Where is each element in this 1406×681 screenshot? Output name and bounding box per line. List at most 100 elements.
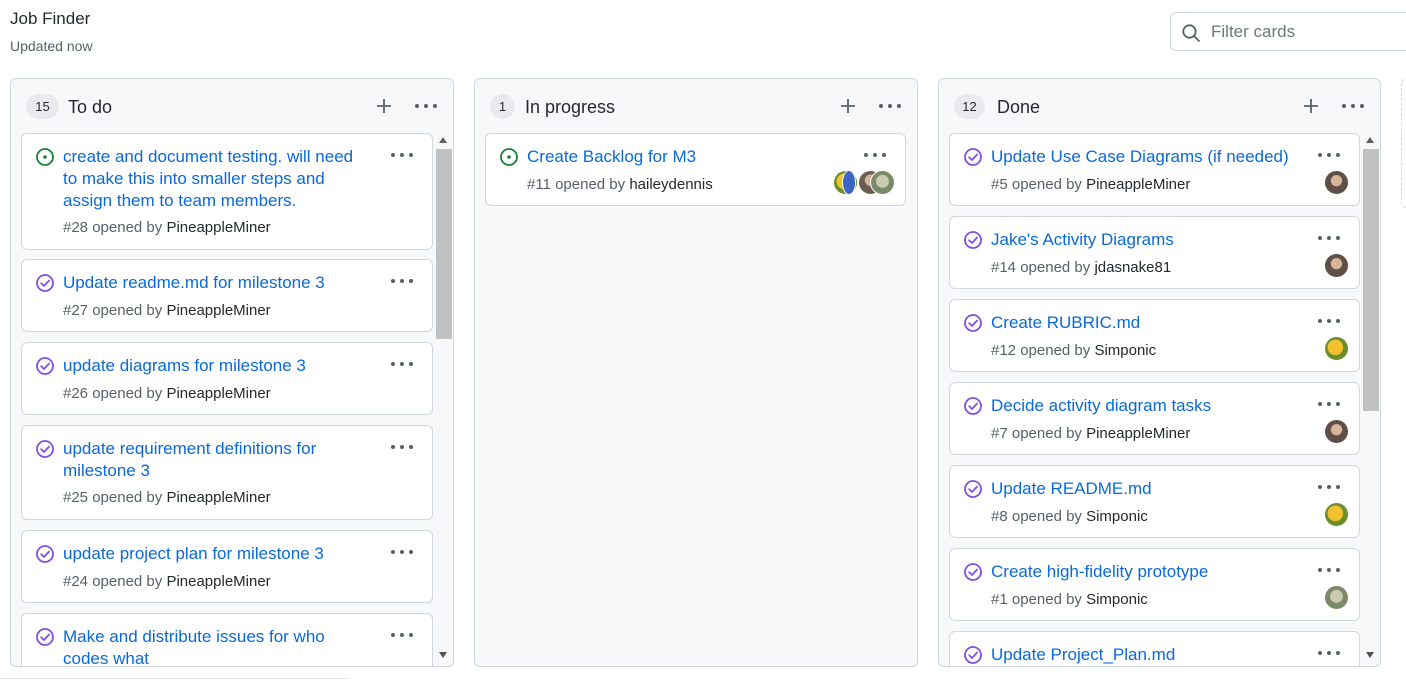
column-card-count: 12 (954, 94, 985, 119)
issue-closed-icon (964, 148, 982, 166)
column-card-count: 15 (26, 94, 59, 119)
card-menu-icon[interactable] (390, 440, 414, 454)
column-scrollbar[interactable] (1362, 133, 1379, 666)
column-menu-icon[interactable] (413, 95, 439, 117)
card-menu-icon[interactable] (1317, 646, 1341, 660)
issue-author[interactable]: haileydennis (629, 176, 712, 193)
avatar[interactable] (1324, 253, 1349, 278)
card-menu-icon[interactable] (390, 545, 414, 559)
scroll-down-arrow-icon[interactable] (1366, 652, 1374, 658)
column-title: In progress (525, 97, 616, 117)
issue-meta: #8 opened by Simponic (991, 507, 1148, 527)
issue-title-link[interactable]: update project plan for milestone 3 (63, 543, 372, 565)
scroll-down-arrow-icon[interactable] (439, 652, 447, 658)
card-menu-icon[interactable] (1317, 480, 1341, 494)
issue-author[interactable]: PineappleMiner (166, 385, 270, 402)
issue-closed-icon (36, 440, 54, 458)
project-updated-status: Updated now (10, 38, 93, 54)
issue-number: #24 opened by (63, 573, 163, 590)
avatar[interactable] (1324, 585, 1349, 610)
issue-card[interactable]: Update Use Case Diagrams (if needed) #5 … (949, 133, 1360, 206)
issue-meta: #12 opened by Simponic (991, 341, 1156, 361)
issue-author[interactable]: Simponic (1094, 342, 1156, 359)
avatar[interactable] (1324, 170, 1349, 195)
issue-closed-icon (964, 397, 982, 415)
issue-card[interactable]: Create high-fidelity prototype #1 opened… (949, 548, 1360, 621)
issue-closed-icon (36, 545, 54, 563)
add-card-icon[interactable] (373, 95, 395, 117)
issue-title-link[interactable]: Update README.md (991, 478, 1299, 500)
add-card-icon[interactable] (1300, 95, 1322, 117)
card-menu-icon[interactable] (1317, 148, 1341, 162)
issue-meta: #11 opened by haileydennis (527, 175, 713, 195)
issue-author[interactable]: PineappleMiner (166, 573, 270, 590)
avatar[interactable] (1324, 502, 1349, 527)
column-title: Done (997, 97, 1041, 117)
assignee-avatars (1324, 253, 1349, 278)
issue-author[interactable]: PineappleMiner (166, 302, 270, 319)
issue-author[interactable]: PineappleMiner (166, 219, 270, 236)
issue-author[interactable]: Simponic (1086, 591, 1148, 608)
issue-closed-icon (36, 274, 54, 292)
card-menu-icon[interactable] (1317, 314, 1341, 328)
issue-title-link[interactable]: create and document testing. will need t… (63, 146, 372, 212)
issue-title-link[interactable]: Jake's Activity Diagrams (991, 229, 1299, 251)
issue-card[interactable]: Create Backlog for M3 #11 opened by hail… (485, 133, 906, 206)
issue-card[interactable]: Create RUBRIC.md #12 opened by Simponic (949, 299, 1360, 372)
issue-card[interactable]: update project plan for milestone 3 #24 … (21, 530, 433, 603)
issue-card[interactable]: Update Project_Plan.md (949, 631, 1360, 666)
issue-card[interactable]: update diagrams for milestone 3 #26 open… (21, 342, 433, 415)
scroll-up-arrow-icon[interactable] (1366, 137, 1374, 143)
issue-card[interactable]: Update readme.md for milestone 3 #27 ope… (21, 259, 433, 332)
issue-title-link[interactable]: update diagrams for milestone 3 (63, 355, 372, 377)
column-header: 1 In progress (490, 94, 905, 120)
issue-author[interactable]: jdasnake81 (1094, 259, 1171, 276)
avatar[interactable] (870, 170, 895, 195)
scrollbar-thumb[interactable] (436, 149, 452, 339)
issue-title-link[interactable]: Create high-fidelity prototype (991, 561, 1299, 583)
issue-title-link[interactable]: Decide activity diagram tasks (991, 395, 1299, 417)
filter-cards-input[interactable] (1211, 21, 1401, 43)
add-card-icon[interactable] (837, 95, 859, 117)
issue-author[interactable]: PineappleMiner (1086, 425, 1190, 442)
issue-author[interactable]: PineappleMiner (1086, 176, 1190, 193)
issue-title-link[interactable]: Update Project_Plan.md (991, 644, 1299, 666)
scroll-up-arrow-icon[interactable] (439, 137, 447, 143)
issue-title-link[interactable]: Update readme.md for milestone 3 (63, 272, 372, 294)
issue-card[interactable]: Decide activity diagram tasks #7 opened … (949, 382, 1360, 455)
issue-title-link[interactable]: Make and distribute issues for who codes… (63, 626, 372, 666)
filter-cards-box[interactable] (1170, 12, 1406, 51)
card-menu-icon[interactable] (1317, 231, 1341, 245)
card-menu-icon[interactable] (390, 148, 414, 162)
card-menu-icon[interactable] (863, 148, 887, 162)
column-header: 12 Done (954, 94, 1368, 120)
column-scrollbar[interactable] (435, 133, 452, 666)
add-column-placeholder[interactable] (1401, 78, 1406, 208)
issue-closed-icon (36, 628, 54, 646)
column-menu-icon[interactable] (1340, 95, 1366, 117)
card-menu-icon[interactable] (390, 274, 414, 288)
card-menu-icon[interactable] (1317, 563, 1341, 577)
issue-title-link[interactable]: update requirement definitions for miles… (63, 438, 372, 482)
issue-title-link[interactable]: Create RUBRIC.md (991, 312, 1299, 334)
issue-card[interactable]: create and document testing. will need t… (21, 133, 433, 250)
avatar[interactable] (1324, 336, 1349, 361)
issue-author[interactable]: Simponic (1086, 508, 1148, 525)
column-menu-icon[interactable] (877, 95, 903, 117)
card-menu-icon[interactable] (1317, 397, 1341, 411)
issue-title-link[interactable]: Update Use Case Diagrams (if needed) (991, 146, 1299, 168)
assignee-avatars (833, 170, 895, 195)
scrollbar-thumb[interactable] (1363, 149, 1379, 411)
issue-number: #25 opened by (63, 489, 163, 506)
issue-author[interactable]: PineappleMiner (166, 489, 270, 506)
issue-card[interactable]: Update README.md #8 opened by Simponic (949, 465, 1360, 538)
card-menu-icon[interactable] (390, 628, 414, 642)
issue-title-link[interactable]: Create Backlog for M3 (527, 146, 845, 168)
issue-card[interactable]: Make and distribute issues for who codes… (21, 613, 433, 666)
issue-card[interactable]: update requirement definitions for miles… (21, 425, 433, 520)
avatar[interactable] (1324, 419, 1349, 444)
issue-card[interactable]: Jake's Activity Diagrams #14 opened by j… (949, 216, 1360, 289)
avatar[interactable] (842, 170, 856, 195)
card-menu-icon[interactable] (390, 357, 414, 371)
assignee-avatars (1324, 502, 1349, 527)
